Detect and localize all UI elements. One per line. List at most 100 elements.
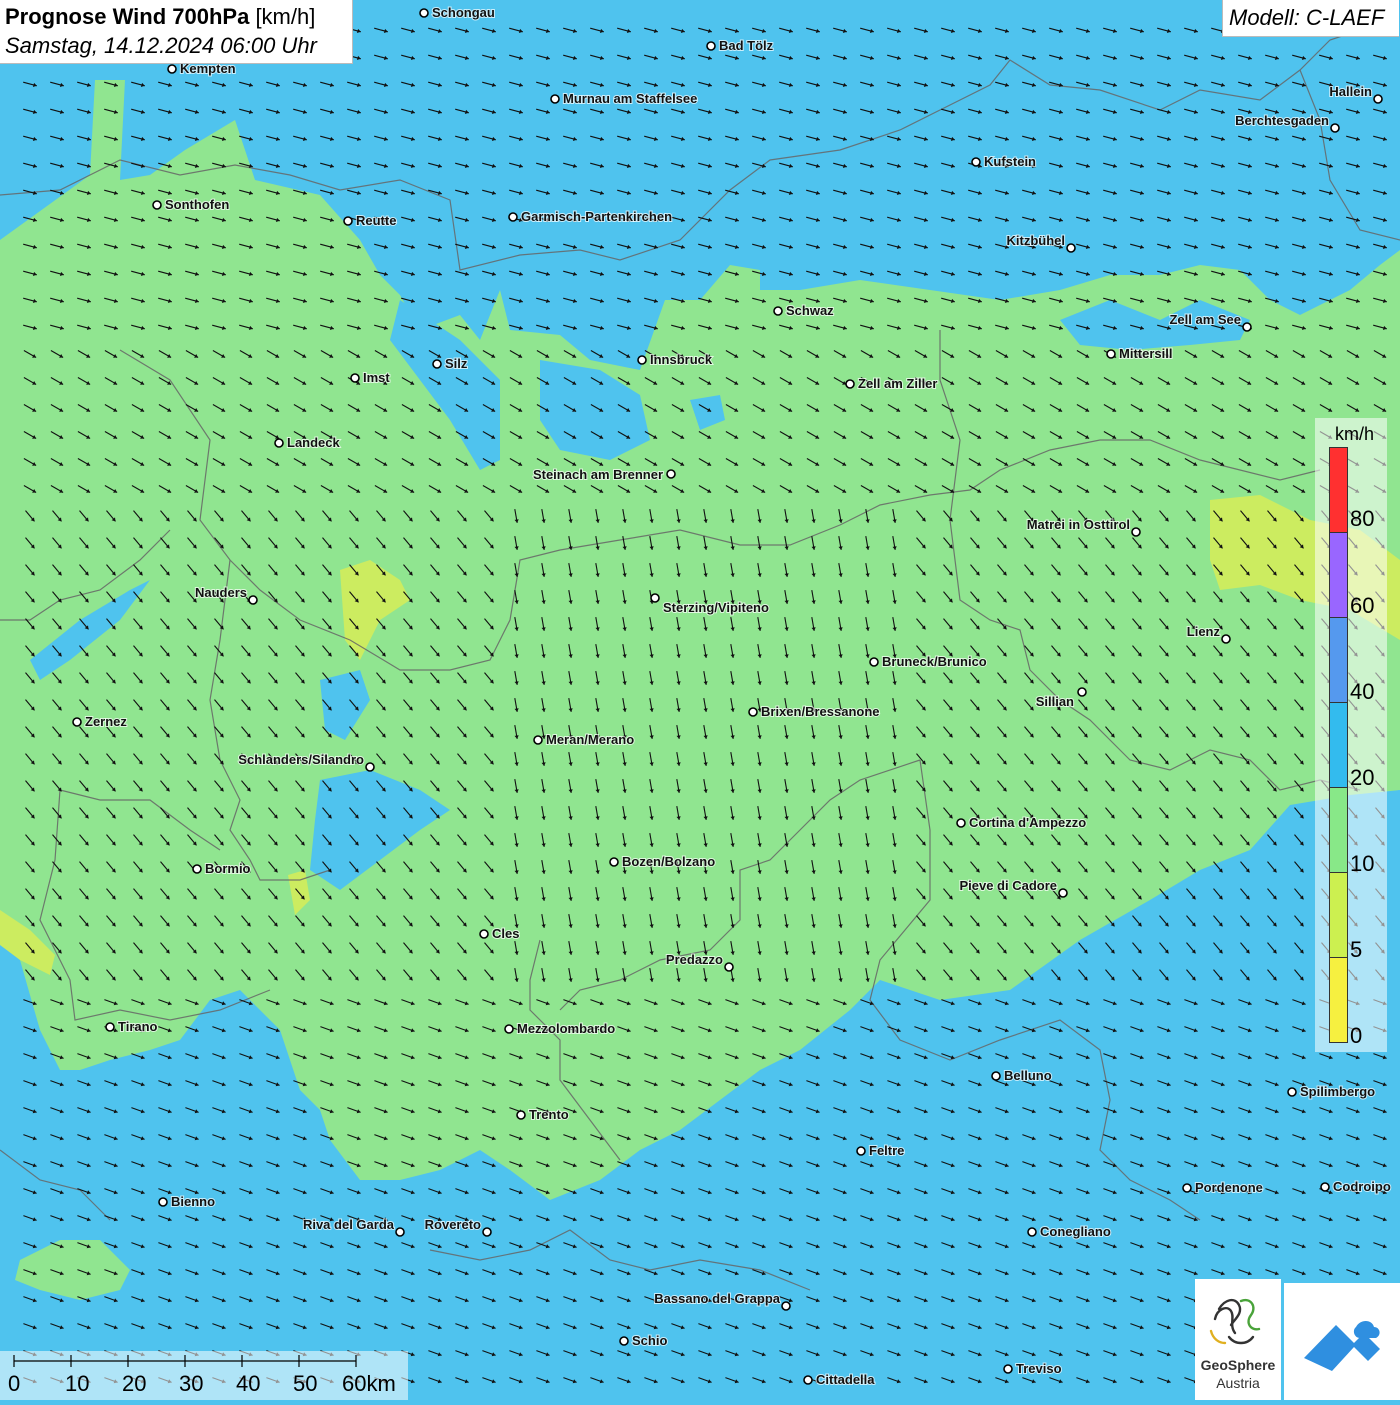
city-label: Kitzbühel bbox=[1007, 233, 1066, 248]
city-dot bbox=[106, 1023, 114, 1031]
city-dot bbox=[275, 439, 283, 447]
legend-tick-label: 80 bbox=[1350, 506, 1374, 532]
city-dot bbox=[749, 708, 757, 716]
legend-tick-label: 0 bbox=[1350, 1023, 1362, 1049]
city-label: Schongau bbox=[432, 5, 495, 20]
city-dot bbox=[483, 1228, 491, 1236]
city-dot bbox=[505, 1025, 513, 1033]
city-marker[interactable]: Sonthofen bbox=[153, 197, 229, 212]
city-dot bbox=[1004, 1365, 1012, 1373]
city-label: Murnau am Staffelsee bbox=[563, 91, 697, 106]
wind-map[interactable]: SchongauBad TölzKemptenMurnau am Staffel… bbox=[0, 0, 1400, 1400]
legend-tick-label: 60 bbox=[1350, 593, 1374, 619]
city-dot bbox=[620, 1337, 628, 1345]
geosphere-emblem-icon bbox=[1195, 1279, 1281, 1357]
city-dot bbox=[651, 594, 659, 602]
city-label: Sterzing/Vipiteno bbox=[663, 600, 769, 615]
city-label: Imst bbox=[363, 370, 390, 385]
city-dot bbox=[159, 1198, 167, 1206]
city-marker[interactable]: Bruneck/Brunico bbox=[870, 654, 987, 669]
city-marker[interactable]: Murnau am Staffelsee bbox=[551, 91, 697, 106]
city-dot bbox=[774, 307, 782, 315]
city-dot bbox=[433, 360, 441, 368]
product-unit: [km/h] bbox=[255, 4, 315, 29]
city-label: Zell am See bbox=[1169, 312, 1241, 327]
legend-color-segment bbox=[1329, 872, 1348, 958]
city-marker[interactable]: Brixen/Bressanone bbox=[749, 704, 880, 719]
city-marker[interactable]: Meran/Merano bbox=[534, 732, 634, 747]
city-label: Cortina d'Ampezzo bbox=[969, 815, 1086, 830]
city-marker[interactable]: Schongau bbox=[420, 5, 495, 20]
logo-name: GeoSphere bbox=[1195, 1357, 1281, 1373]
city-dot bbox=[725, 963, 733, 971]
cloud-logo-icon bbox=[1284, 1283, 1400, 1400]
city-marker[interactable]: Steinach am Brenner bbox=[533, 467, 675, 482]
legend-tick-label: 40 bbox=[1350, 679, 1374, 705]
city-dot bbox=[707, 42, 715, 50]
city-label: Rovereto bbox=[425, 1217, 481, 1232]
city-label: Schwaz bbox=[786, 303, 834, 318]
geosphere-logo[interactable]: GeoSphere Austria bbox=[1195, 1279, 1281, 1400]
city-dot bbox=[396, 1228, 404, 1236]
city-label: Bozen/Bolzano bbox=[622, 854, 715, 869]
product-name: Prognose Wind 700hPa bbox=[5, 4, 249, 29]
city-label: Cittadella bbox=[816, 1372, 875, 1387]
city-dot bbox=[1331, 124, 1339, 132]
city-label: Zell am Ziller bbox=[858, 376, 937, 391]
city-dot bbox=[193, 865, 201, 873]
city-label: Nauders bbox=[195, 585, 247, 600]
model-name: Modell: C-LAEF bbox=[1229, 5, 1384, 31]
city-marker[interactable]: Cortina d'Ampezzo bbox=[957, 815, 1086, 830]
city-label: Reutte bbox=[356, 213, 396, 228]
city-label: Lienz bbox=[1187, 624, 1221, 639]
city-dot bbox=[1288, 1088, 1296, 1096]
city-label: Bormio bbox=[205, 861, 251, 876]
color-legend: km/h 806040201050 bbox=[1315, 418, 1387, 1052]
city-marker[interactable]: Zell am Ziller bbox=[846, 376, 937, 391]
city-marker[interactable]: Garmisch-Partenkirchen bbox=[509, 209, 672, 224]
scale-label: 50 bbox=[293, 1371, 317, 1397]
city-dot bbox=[366, 763, 374, 771]
legend-tick-label: 10 bbox=[1350, 851, 1374, 877]
city-label: Mittersill bbox=[1119, 346, 1172, 361]
city-dot bbox=[992, 1072, 1000, 1080]
city-label: Steinach am Brenner bbox=[533, 467, 663, 482]
city-label: Berchtesgaden bbox=[1235, 113, 1329, 128]
city-dot bbox=[73, 718, 81, 726]
city-dot bbox=[351, 374, 359, 382]
city-label: Tirano bbox=[118, 1019, 158, 1034]
city-marker[interactable]: Bozen/Bolzano bbox=[610, 854, 715, 869]
city-dot bbox=[857, 1147, 865, 1155]
legend-unit: km/h bbox=[1335, 424, 1374, 445]
city-dot bbox=[534, 736, 542, 744]
city-marker[interactable]: Mezzolombardo bbox=[505, 1021, 615, 1036]
city-label: Bad Tölz bbox=[719, 38, 774, 53]
forecast-datetime: Samstag, 14.12.2024 06:00 Uhr bbox=[5, 33, 317, 59]
logo-country: Austria bbox=[1195, 1375, 1281, 1391]
legend-color-segment bbox=[1329, 532, 1348, 618]
legend-tick-label: 20 bbox=[1350, 765, 1374, 791]
city-dot bbox=[420, 9, 428, 17]
city-dot bbox=[168, 65, 176, 73]
city-dot bbox=[1321, 1183, 1329, 1191]
city-label: Mezzolombardo bbox=[517, 1021, 615, 1036]
app-logo[interactable] bbox=[1284, 1283, 1400, 1400]
scale-label: 20 bbox=[122, 1371, 146, 1397]
city-label: Pieve di Cadore bbox=[959, 878, 1057, 893]
legend-colorbar bbox=[1329, 448, 1348, 1043]
city-marker[interactable]: Pordenone bbox=[1183, 1180, 1263, 1195]
city-label: Pordenone bbox=[1195, 1180, 1263, 1195]
city-dot bbox=[1078, 688, 1086, 696]
city-label: Sonthofen bbox=[165, 197, 229, 212]
city-label: Predazzo bbox=[666, 952, 723, 967]
scale-label: 0 bbox=[8, 1371, 20, 1397]
city-dot bbox=[480, 930, 488, 938]
city-label: Bienno bbox=[171, 1194, 215, 1209]
city-label: Riva del Garda bbox=[303, 1217, 395, 1232]
city-label: Garmisch-Partenkirchen bbox=[521, 209, 672, 224]
city-marker[interactable]: Conegliano bbox=[1028, 1224, 1111, 1239]
city-marker[interactable]: Innsbruck bbox=[638, 352, 713, 367]
city-label: Kufstein bbox=[984, 154, 1036, 169]
city-dot bbox=[638, 356, 646, 364]
city-marker[interactable]: Spilimbergo bbox=[1288, 1084, 1375, 1099]
